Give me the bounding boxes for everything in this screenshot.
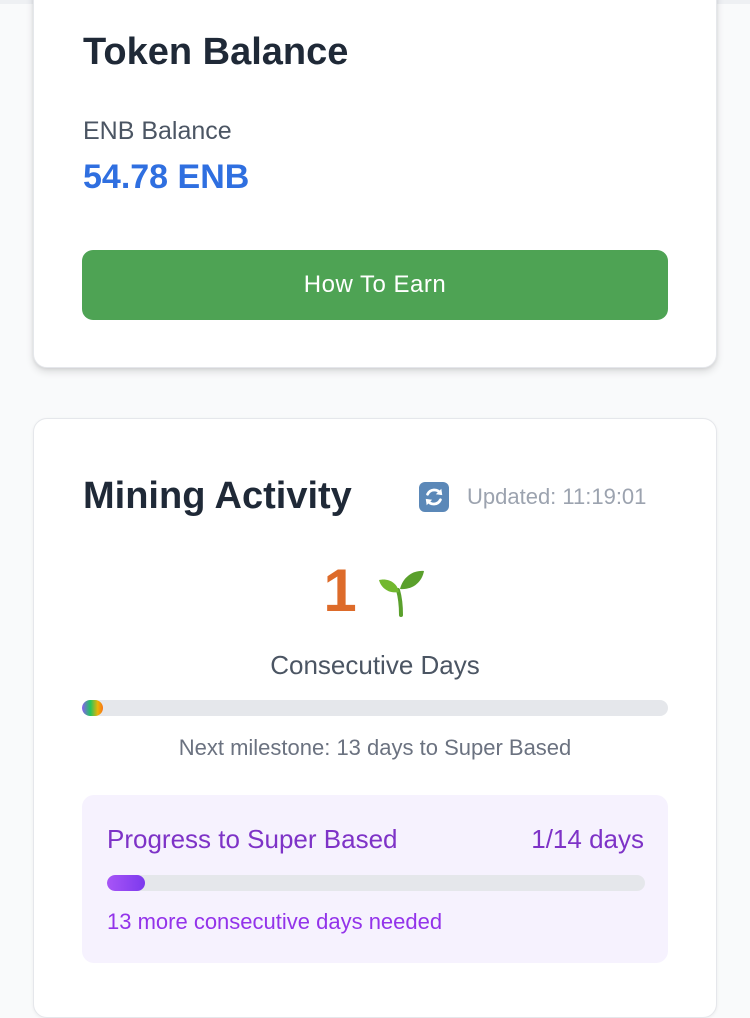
streak-progress-bar: [82, 700, 668, 716]
updated-timestamp: Updated: 11:19:01: [467, 484, 647, 509]
next-milestone-text: Next milestone: 13 days to Super Based: [178, 735, 572, 760]
mining-activity-title: Mining Activity: [83, 475, 352, 517]
enb-balance-label: ENB Balance: [83, 117, 232, 145]
mining-activity-card: Mining Activity Updated: 11:19:01 1 Cons…: [33, 418, 717, 1018]
how-to-earn-button[interactable]: How To Earn: [82, 250, 668, 320]
super-based-progress-panel: Progress to Super Based 1/14 days 13 mor…: [82, 795, 668, 963]
streak-progress-fill: [82, 700, 103, 716]
super-based-progress-bar: [107, 875, 645, 891]
days-needed-text: 13 more consecutive days needed: [107, 909, 443, 934]
streak-count: 1: [323, 557, 357, 624]
refresh-icon[interactable]: [419, 482, 449, 512]
token-balance-title: Token Balance: [83, 31, 349, 73]
super-based-progress-title: Progress to Super Based: [107, 824, 398, 854]
enb-balance-value: 54.78 ENB: [83, 158, 250, 196]
streak-display: 1: [34, 561, 716, 621]
super-based-progress-fill: [107, 875, 146, 891]
last-updated: Updated: 11:19:01: [419, 482, 646, 512]
super-based-progress-count: 1/14 days: [531, 824, 644, 854]
sprout-icon: [375, 565, 427, 617]
consecutive-days-label: Consecutive Days: [270, 650, 480, 680]
token-balance-card: Token Balance ENB Balance 54.78 ENB How …: [33, 0, 717, 368]
